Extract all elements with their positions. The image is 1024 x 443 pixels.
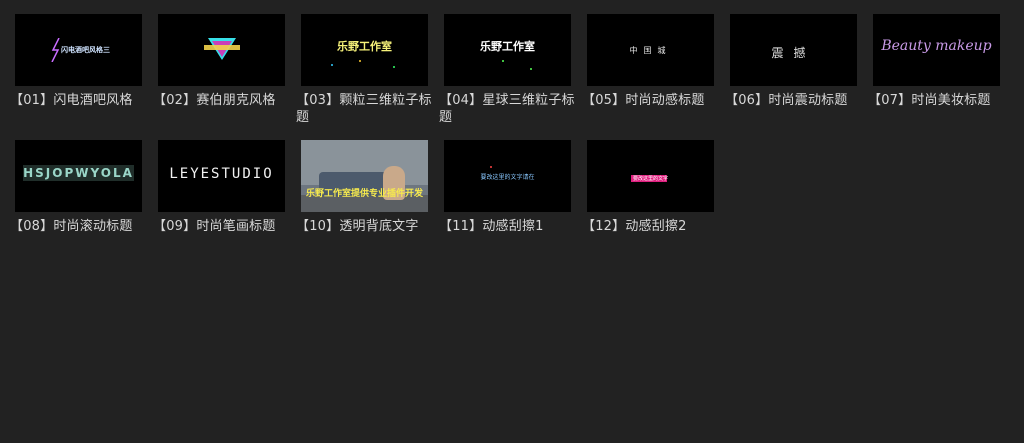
thumbnail-text: 震撼 bbox=[771, 46, 816, 60]
template-tile-08[interactable]: HSJOPWYOLA 【08】时尚滚动标题 bbox=[10, 140, 142, 235]
thumbnail-06[interactable]: 震撼 bbox=[730, 14, 857, 86]
thumbnail-08[interactable]: HSJOPWYOLA bbox=[15, 140, 142, 212]
thumbnail-text: HSJOPWYOLA bbox=[23, 166, 134, 180]
thumbnail-text: 乐野工作室提供专业插件开发 bbox=[305, 189, 423, 199]
neon-bar bbox=[204, 45, 240, 50]
thumbnail-03[interactable]: 乐野工作室 bbox=[301, 14, 428, 86]
particle-dot bbox=[359, 60, 361, 62]
tile-label[interactable]: 【09】时尚笔画标题 bbox=[153, 218, 293, 235]
thumbnail-01[interactable]: 闪电酒吧风格三 bbox=[15, 14, 142, 86]
tile-label[interactable]: 【03】颗粒三维粒子标题 bbox=[296, 92, 436, 126]
thumbnail-04[interactable]: 乐野工作室 bbox=[444, 14, 571, 86]
template-tile-12[interactable]: 要改这里的文字 【12】动感刮擦2 bbox=[582, 140, 714, 235]
thumbnail-07[interactable]: Beauty makeup bbox=[873, 14, 1000, 86]
thumbnail-text: 要改这里的文字请在 bbox=[480, 174, 535, 181]
thumbnail-text: LEYESTUDIO bbox=[169, 166, 274, 182]
thumbnail-text: 乐野工作室 bbox=[480, 40, 535, 53]
thumbnail-text: 要改这里的文字 bbox=[632, 176, 668, 182]
thumbnail-11[interactable]: 要改这里的文字请在 bbox=[444, 140, 571, 212]
thumbnail-text: 乐野工作室 bbox=[337, 40, 392, 53]
particle-dot bbox=[331, 64, 333, 66]
template-tile-04[interactable]: 乐野工作室 【04】星球三维粒子标题 bbox=[439, 14, 575, 126]
tile-label[interactable]: 【12】动感刮擦2 bbox=[582, 218, 722, 235]
thumbnail-09[interactable]: LEYESTUDIO bbox=[158, 140, 285, 212]
particle-dot bbox=[393, 66, 395, 68]
template-tile-07[interactable]: Beauty makeup 【07】时尚美妆标题 bbox=[868, 14, 1000, 109]
tile-label[interactable]: 【11】动感刮擦1 bbox=[439, 218, 579, 235]
tile-label[interactable]: 【07】时尚美妆标题 bbox=[868, 92, 1008, 109]
template-tile-11[interactable]: 要改这里的文字请在 【11】动感刮擦1 bbox=[439, 140, 571, 235]
template-tile-01[interactable]: 闪电酒吧风格三 【01】闪电酒吧风格 bbox=[10, 14, 142, 109]
thumbnail-12[interactable]: 要改这里的文字 bbox=[587, 140, 714, 212]
tile-label[interactable]: 【04】星球三维粒子标题 bbox=[439, 92, 579, 126]
tile-label[interactable]: 【02】赛伯朋克风格 bbox=[153, 92, 293, 109]
template-tile-06[interactable]: 震撼 【06】时尚震动标题 bbox=[725, 14, 857, 109]
tile-label[interactable]: 【01】闪电酒吧风格 bbox=[10, 92, 150, 109]
template-tile-09[interactable]: LEYESTUDIO 【09】时尚笔画标题 bbox=[153, 140, 285, 235]
thumbnail-text: 闪电酒吧风格三 bbox=[61, 46, 110, 54]
thumbnail-text: Beauty makeup bbox=[881, 38, 992, 54]
thumbnail-02[interactable] bbox=[158, 14, 285, 86]
template-tile-05[interactable]: 中国城 【05】时尚动感标题 bbox=[582, 14, 714, 109]
tile-label[interactable]: 【08】时尚滚动标题 bbox=[10, 218, 150, 235]
tile-label[interactable]: 【05】时尚动感标题 bbox=[582, 92, 722, 109]
star-dot bbox=[530, 68, 532, 70]
scratch-mark bbox=[490, 166, 492, 168]
template-tile-10[interactable]: 乐野工作室提供专业插件开发 【10】透明背底文字 bbox=[296, 140, 428, 235]
thumbnail-10[interactable]: 乐野工作室提供专业插件开发 bbox=[301, 140, 428, 212]
thumbnail-text: 中国城 bbox=[629, 46, 672, 55]
thumbnail-05[interactable]: 中国城 bbox=[587, 14, 714, 86]
tile-label[interactable]: 【10】透明背底文字 bbox=[296, 218, 436, 235]
template-tile-02[interactable]: 【02】赛伯朋克风格 bbox=[153, 14, 285, 109]
star-dot bbox=[502, 60, 504, 62]
template-tile-03[interactable]: 乐野工作室 【03】颗粒三维粒子标题 bbox=[296, 14, 432, 126]
tile-label[interactable]: 【06】时尚震动标题 bbox=[725, 92, 865, 109]
